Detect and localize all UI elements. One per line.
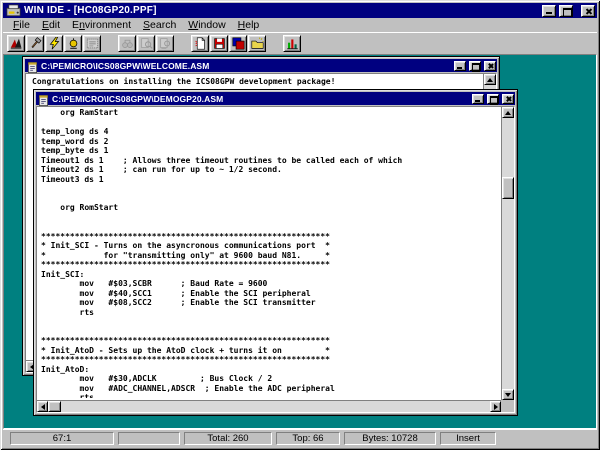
up-arrow-icon bbox=[505, 111, 511, 115]
right-arrow-icon bbox=[494, 404, 498, 410]
menu-search[interactable]: Search bbox=[137, 18, 182, 32]
menu-bar: FileEditEnvironmentSearchWindowHelp bbox=[3, 18, 597, 33]
replace-icon bbox=[159, 37, 172, 50]
find-next-button[interactable] bbox=[137, 35, 155, 52]
status-byte-count: Bytes: 10728 bbox=[344, 432, 436, 445]
menu-environment[interactable]: Environment bbox=[66, 18, 137, 32]
window-title: WIN IDE - [HC08GP20.PPF] bbox=[24, 5, 539, 16]
editor-close-button[interactable] bbox=[502, 94, 514, 104]
scrollbar-corner bbox=[501, 400, 514, 412]
welcome-title-bar[interactable]: C:\PEMICRO\ICS08GPW\WELCOME.ASM bbox=[25, 59, 497, 72]
find-icon bbox=[121, 37, 134, 50]
save-all-icon bbox=[232, 37, 245, 50]
document-icon bbox=[38, 93, 49, 104]
status-cursor-position: 67:1 bbox=[10, 432, 114, 445]
vertical-scroll-thumb[interactable] bbox=[502, 177, 514, 199]
save-file-icon bbox=[213, 37, 226, 50]
debugger-button[interactable] bbox=[45, 35, 63, 52]
status-total-lines: Total: 260 bbox=[184, 432, 272, 445]
close-button[interactable] bbox=[581, 5, 595, 17]
editor-minimize-button[interactable] bbox=[472, 94, 484, 104]
new-file-icon bbox=[194, 37, 207, 50]
register-files-icon bbox=[86, 37, 99, 50]
left-arrow-icon bbox=[41, 404, 45, 410]
find-next-icon bbox=[140, 37, 153, 50]
win-ide-main-window: WIN IDE - [HC08GP20.PPF] FileEditEnviron… bbox=[0, 0, 600, 450]
scroll-up-button[interactable] bbox=[484, 74, 496, 85]
replace-button[interactable] bbox=[156, 35, 174, 52]
maximize-button[interactable] bbox=[559, 5, 573, 17]
toolbar bbox=[3, 33, 597, 54]
menu-help[interactable]: Help bbox=[232, 18, 266, 32]
horizontal-scroll-thumb[interactable] bbox=[48, 401, 61, 412]
editor-area[interactable]: org RamStart temp_long ds 4 temp_word ds… bbox=[36, 106, 515, 413]
simulator-button[interactable] bbox=[26, 35, 44, 52]
bar-chart-icon bbox=[286, 37, 299, 50]
editor-horizontal-scrollbar[interactable] bbox=[37, 400, 501, 412]
left-arrow-icon bbox=[30, 364, 34, 370]
open-folder-button[interactable] bbox=[248, 35, 266, 52]
menu-window[interactable]: Window bbox=[182, 18, 231, 32]
welcome-window-title: C:\PEMICRO\ICS08GPW\WELCOME.ASM bbox=[41, 61, 451, 71]
minimize-button[interactable] bbox=[542, 5, 556, 17]
up-arrow-icon bbox=[487, 78, 493, 82]
debugger-icon bbox=[48, 37, 61, 50]
welcome-close-button[interactable] bbox=[484, 61, 496, 71]
save-file-button[interactable] bbox=[210, 35, 228, 52]
demogp20-asm-window[interactable]: C:\PEMICRO\ICS08GPW\DEMOGP20.ASM org Ram… bbox=[34, 90, 517, 415]
menu-file[interactable]: File bbox=[7, 18, 36, 32]
main-title-bar[interactable]: WIN IDE - [HC08GP20.PPF] bbox=[3, 3, 597, 18]
editor-title-bar[interactable]: C:\PEMICRO\ICS08GPW\DEMOGP20.ASM bbox=[36, 92, 515, 105]
save-all-button[interactable] bbox=[229, 35, 247, 52]
welcome-minimize-button[interactable] bbox=[454, 61, 466, 71]
new-file-button[interactable] bbox=[191, 35, 209, 52]
bar-chart-button[interactable] bbox=[283, 35, 301, 52]
scroll-right-button[interactable] bbox=[490, 401, 501, 412]
scroll-left-button[interactable] bbox=[37, 401, 48, 412]
editor-vertical-scrollbar[interactable] bbox=[501, 107, 514, 400]
simulator-icon bbox=[29, 37, 42, 50]
document-icon bbox=[27, 60, 38, 71]
welcome-maximize-button[interactable] bbox=[469, 61, 481, 71]
status-bar: 67:1 Total: 260 Top: 66 Bytes: 10728 Insert bbox=[3, 429, 597, 447]
programmer-button[interactable] bbox=[64, 35, 82, 52]
editor-maximize-button[interactable] bbox=[487, 94, 499, 104]
scroll-down-button[interactable] bbox=[502, 389, 514, 400]
status-insert-mode: Insert bbox=[440, 432, 496, 445]
editor-window-title: C:\PEMICRO\ICS08GPW\DEMOGP20.ASM bbox=[52, 94, 469, 104]
app-icon bbox=[6, 4, 21, 17]
status-top-line: Top: 66 bbox=[276, 432, 340, 445]
assembler-icon bbox=[10, 37, 23, 50]
programmer-icon bbox=[67, 37, 80, 50]
assembler-button[interactable] bbox=[7, 35, 25, 52]
editor-code[interactable]: org RamStart temp_long ds 4 temp_word ds… bbox=[41, 108, 496, 398]
down-arrow-icon bbox=[505, 393, 511, 397]
menu-edit[interactable]: Edit bbox=[36, 18, 66, 32]
scroll-up-button[interactable] bbox=[502, 107, 514, 118]
find-button[interactable] bbox=[118, 35, 136, 52]
register-files-button[interactable] bbox=[83, 35, 101, 52]
open-folder-icon bbox=[251, 37, 264, 50]
mdi-workspace: C:\PEMICRO\ICS08GPW\WELCOME.ASM Congratu… bbox=[3, 54, 597, 429]
status-spare bbox=[118, 432, 180, 445]
welcome-message: Congratulations on installing the ICS08G… bbox=[32, 77, 335, 86]
